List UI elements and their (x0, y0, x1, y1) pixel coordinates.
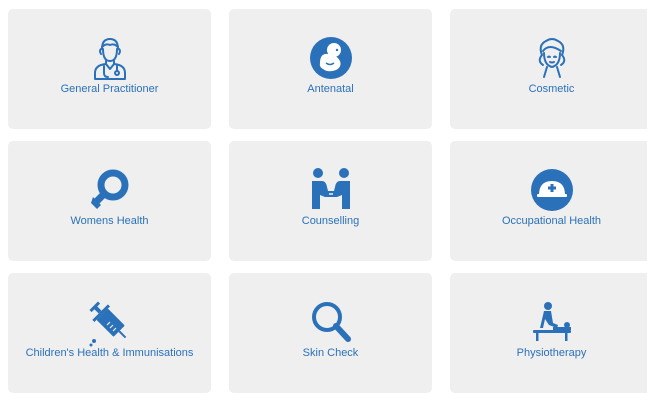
service-label: General Practitioner (60, 83, 159, 95)
service-tile-antenatal[interactable]: Antenatal (229, 9, 432, 129)
service-label: Physiotherapy (516, 347, 587, 359)
hard-hat-icon (527, 165, 577, 215)
service-label: Occupational Health (501, 215, 602, 227)
service-label: Children's Health & Immunisations (25, 347, 194, 359)
service-tile-occupational-health[interactable]: Occupational Health (450, 141, 647, 261)
fetus-icon (306, 33, 356, 83)
service-tile-counselling[interactable]: Counselling (229, 141, 432, 261)
female-symbol-icon (85, 165, 135, 215)
service-tile-physiotherapy[interactable]: Physiotherapy (450, 273, 647, 393)
doctor-icon (85, 33, 135, 83)
magnifier-icon (306, 297, 356, 347)
two-people-icon (306, 165, 356, 215)
service-label: Antenatal (307, 83, 354, 95)
services-grid: General Practitioner Antenatal Cosmetic … (0, 0, 647, 393)
service-tile-womens-health[interactable]: Womens Health (8, 141, 211, 261)
service-tile-general-practitioner[interactable]: General Practitioner (8, 9, 211, 129)
massage-table-icon (527, 297, 577, 347)
service-label: Cosmetic (528, 83, 575, 95)
woman-face-icon (527, 33, 577, 83)
service-tile-cosmetic[interactable]: Cosmetic (450, 9, 647, 129)
service-tile-childrens-health-immunisations[interactable]: Children's Health & Immunisations (8, 273, 211, 393)
service-tile-skin-check[interactable]: Skin Check (229, 273, 432, 393)
service-label: Counselling (301, 215, 360, 227)
service-label: Skin Check (302, 347, 359, 359)
service-label: Womens Health (70, 215, 149, 227)
syringe-icon (85, 297, 135, 347)
